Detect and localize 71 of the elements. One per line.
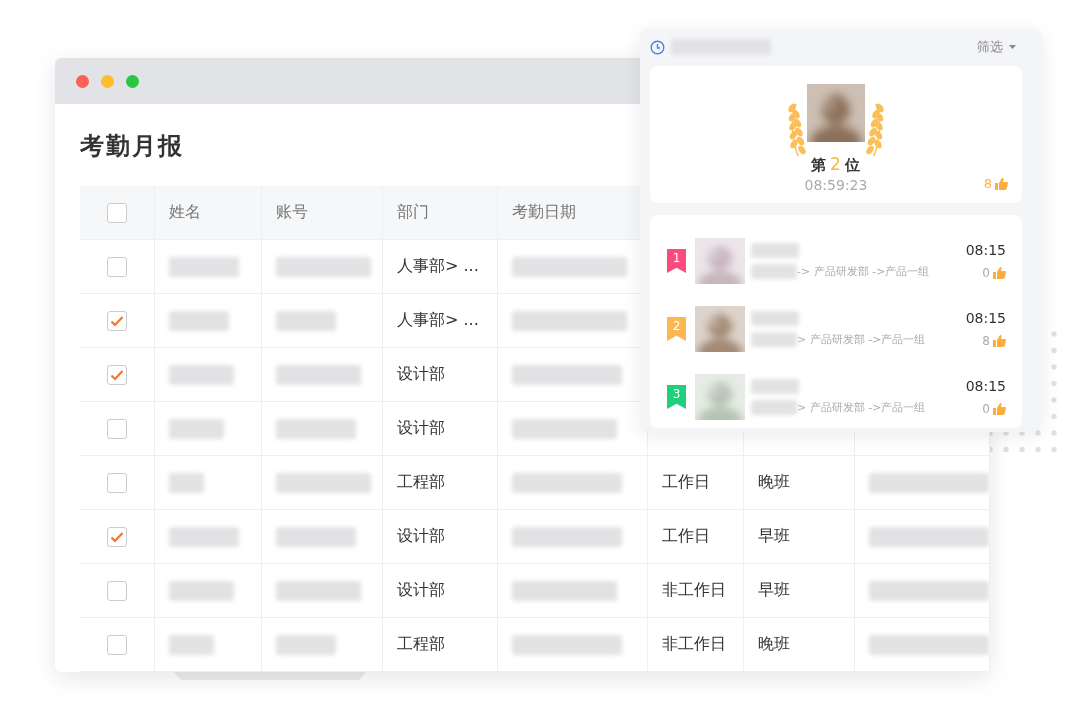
thumbs-up-icon bbox=[993, 335, 1006, 347]
department-path: -> 产品研发部 ->产品一组 bbox=[797, 264, 930, 279]
table-cell: 晚班 bbox=[758, 634, 790, 655]
check-in-time: 08:15 bbox=[965, 378, 1006, 394]
window-control[interactable] bbox=[76, 74, 89, 88]
blurred-text bbox=[169, 364, 234, 385]
caret-icon bbox=[1009, 45, 1016, 49]
blurred-text bbox=[751, 400, 797, 415]
rank-badge: 2 bbox=[667, 317, 686, 341]
table-cell: 晚班 bbox=[758, 472, 790, 493]
clock-icon bbox=[650, 39, 665, 55]
table-cell: 工作日 bbox=[662, 526, 710, 547]
table-cell: 人事部> ... bbox=[397, 310, 479, 331]
department-path: > 产品研发部 ->产品一组 bbox=[797, 400, 926, 415]
column-header: 部门 bbox=[397, 202, 429, 223]
page-title: 考勤月报 bbox=[80, 131, 184, 162]
like-count: 0 bbox=[982, 402, 990, 416]
table-cell: 设计部 bbox=[397, 526, 445, 547]
table-cell: 非工作日 bbox=[662, 634, 726, 655]
check-in-time: 08:15 bbox=[965, 310, 1006, 326]
blurred-text bbox=[169, 580, 234, 601]
checkbox[interactable] bbox=[107, 256, 127, 277]
column-header: 账号 bbox=[276, 202, 308, 223]
like-count: 0 bbox=[982, 266, 990, 280]
like-count: 8 bbox=[983, 176, 992, 191]
column-header: 姓名 bbox=[169, 202, 201, 223]
check-in-time: 08:59:23 bbox=[804, 177, 868, 193]
filter-dropdown[interactable]: 筛选 bbox=[977, 38, 1016, 56]
blurred-text bbox=[169, 418, 224, 439]
blurred-text bbox=[751, 311, 799, 326]
window-control[interactable] bbox=[101, 74, 114, 88]
blurred-text bbox=[169, 526, 239, 547]
checkbox[interactable] bbox=[107, 310, 127, 331]
table-cell: 工程部 bbox=[397, 634, 445, 655]
checkbox[interactable] bbox=[107, 472, 127, 493]
blurred-text bbox=[169, 634, 214, 655]
table-cell: 设计部 bbox=[397, 364, 445, 385]
rank-badge: 3 bbox=[667, 385, 686, 409]
thumbs-up-icon bbox=[993, 403, 1006, 415]
table-cell: 设计部 bbox=[397, 418, 445, 439]
rank-badge: 1 bbox=[667, 249, 686, 273]
blurred-text bbox=[169, 472, 204, 493]
table-cell: 早班 bbox=[758, 526, 790, 547]
blurred-text bbox=[751, 264, 797, 279]
table-cell: 设计部 bbox=[397, 580, 445, 601]
checkbox[interactable] bbox=[107, 634, 127, 655]
column-header: 考勤日期 bbox=[512, 202, 576, 223]
blurred-text bbox=[751, 379, 799, 394]
blurred-text bbox=[169, 256, 239, 277]
checkbox[interactable] bbox=[107, 526, 127, 547]
blurred-text bbox=[751, 243, 799, 258]
thumbs-up-icon bbox=[995, 177, 1008, 190]
department-path: > 产品研发部 ->产品一组 bbox=[797, 332, 926, 347]
table-cell: 工程部 bbox=[397, 472, 445, 493]
table-cell: 工作日 bbox=[662, 472, 710, 493]
table-cell: 人事部> ... bbox=[397, 256, 479, 277]
thumbs-up-icon bbox=[993, 267, 1006, 279]
table-cell: 早班 bbox=[758, 580, 790, 601]
checkbox[interactable] bbox=[107, 418, 127, 439]
window-control[interactable] bbox=[126, 74, 139, 88]
table-cell: 非工作日 bbox=[662, 580, 726, 601]
check-in-time: 08:15 bbox=[965, 242, 1006, 258]
checkbox[interactable] bbox=[107, 202, 127, 223]
checkbox[interactable] bbox=[107, 580, 127, 601]
blurred-text bbox=[169, 310, 229, 331]
checkbox[interactable] bbox=[107, 364, 127, 385]
blurred-text bbox=[276, 634, 336, 655]
blurred-text bbox=[751, 332, 797, 347]
rank-text: 第 2 位 bbox=[811, 154, 861, 175]
like-count: 8 bbox=[982, 334, 990, 348]
blurred-text bbox=[276, 310, 336, 331]
